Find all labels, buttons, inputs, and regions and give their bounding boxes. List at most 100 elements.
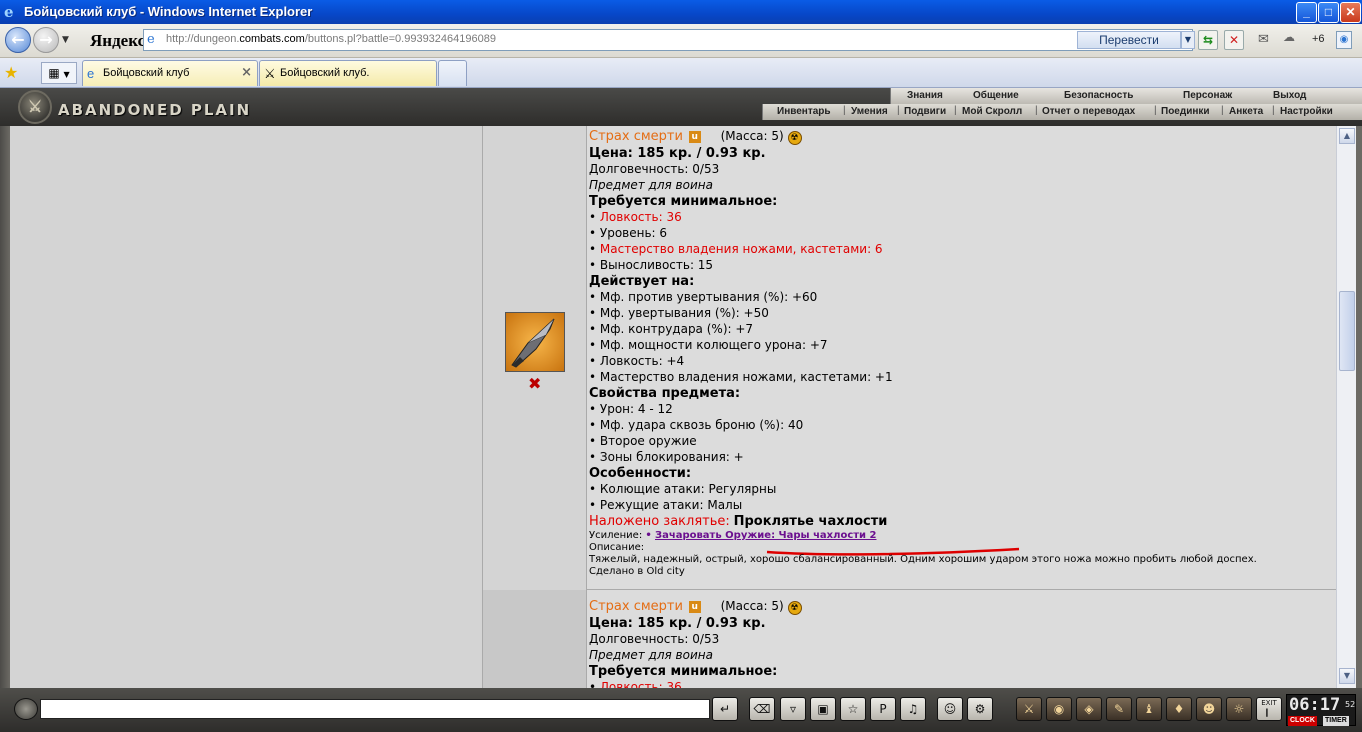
spell-value: Проклятье чахлости [733,514,888,529]
requirement-endurance: • Выносливость: 15 [589,258,714,272]
helmet-icon[interactable]: ♝ [1136,697,1162,721]
menu-item-security[interactable]: Безопасность [1064,90,1133,101]
chat-options-icon[interactable]: ⚙ [967,697,993,721]
smiley-icon[interactable]: ☺ [937,697,963,721]
menu-separator: | [843,105,846,116]
tab-label: Бойцовский клуб [103,67,190,79]
quick-tabs-button[interactable]: ▦ ▼ [41,62,77,84]
item-mass: (Масса: 5) [720,129,784,143]
features-header: Особенности: [589,466,692,481]
property-item: • Мф. удара сквозь броню (%): 40 [589,418,804,432]
feature-item: • Колющие атаки: Регулярны [589,482,777,496]
enchant-weapon-link[interactable]: Зачаровать Оружие: Чары чахлости 2 [655,530,877,541]
save-icon[interactable]: ▣ [810,697,836,721]
effect-item: • Мф. против увертывания (%): +60 [589,290,818,304]
bag-icon[interactable]: ◉ [1046,697,1072,721]
menu-item-skills[interactable]: Умения [851,106,888,117]
group-icon[interactable]: ☼ [1226,697,1252,721]
remove-item-icon[interactable]: ✖ [528,374,541,393]
shield-icon[interactable]: ◈ [1076,697,1102,721]
item-price: Цена: 185 кр. / 0.93 кр. [589,616,766,631]
address-toolbar: ← → ▼ Яндекс e http://dungeon.combats.co… [0,24,1362,58]
maximize-button[interactable]: □ [1318,2,1339,23]
close-tab-icon[interactable]: × [241,65,252,80]
weather-temperature: +6 [1312,33,1325,45]
history-dropdown-icon[interactable]: ▼ [62,35,69,45]
quick-tabs-grid-icon: ▦ [48,66,60,80]
eraser-icon[interactable]: ⌫ [749,697,775,721]
item-name[interactable]: Страх смерти [589,599,683,614]
requirement-agility: • Ловкость: 36 [589,680,682,688]
boost-label: Усиление: [589,530,643,541]
new-tab-button[interactable] [438,60,467,86]
stop-icon[interactable]: ✕ [1224,30,1244,50]
refresh-icon[interactable]: ⇆ [1198,30,1218,50]
effect-item: • Мастерство владения ножами, кастетами:… [589,370,893,384]
music-note-icon[interactable]: ♫ [900,697,926,721]
knife-icon [511,318,555,368]
menu-item-knowledge[interactable]: Знания [907,90,943,101]
fighter-icon[interactable]: ⚔ [1016,697,1042,721]
menu-item-achievements[interactable]: Подвиги [904,106,946,117]
running-man-icon[interactable]: ☆ [840,697,866,721]
scroll-up-icon[interactable]: ▲ [1339,128,1355,144]
item-title-line: Страх смерти u (Масса: 5) ☢ [589,599,802,615]
menu-item-battles[interactable]: Поединки [1161,106,1210,117]
item-description: Тяжелый, надежный, острый, хорошо сбалан… [589,554,1257,565]
menu-item-inventory[interactable]: Инвентарь [777,106,831,117]
tab-fight-club-2[interactable]: ⚔ Бойцовский клуб. [259,60,437,86]
translate-button[interactable]: Перевести [1077,31,1181,49]
radiation-icon: ☢ [787,131,802,145]
clock-seconds: 52 [1345,700,1356,709]
mail-icon[interactable]: ✉ [1258,32,1269,47]
item-info-cell: Страх смерти u (Масса: 5) ☢ Цена: 185 кр… [587,590,1336,688]
send-enter-icon[interactable]: ↵ [712,697,738,721]
chat-toolbar: ↵ ⌫ ▿ ▣ ☆ P ♫ ☺ ⚙ ⚔ ◉ ◈ ✎ ♝ ♦ ☻ ☼ EXIT ▎ … [0,688,1362,732]
close-window-button[interactable]: ✕ [1340,2,1361,23]
requirements-header: Требуется минимальное: [589,664,778,679]
scroll-thumb[interactable] [1339,291,1355,371]
menu-item-transfer-report[interactable]: Отчет о переводах [1042,106,1135,117]
yandex-logo: Яндекс [90,31,145,51]
tab-bar: ★ ▦ ▼ e Бойцовский клуб × ⚔ Бойцовский к… [0,58,1362,88]
boost-line: Усиление: • Зачаровать Оружие: Чары чахл… [589,530,877,541]
url-dropdown-icon[interactable]: ▼ [1181,31,1195,49]
chat-input[interactable] [40,699,710,719]
menu-item-character[interactable]: Персонаж [1183,90,1232,101]
filter-icon[interactable]: ▿ [780,697,806,721]
tab-fight-club-1[interactable]: e Бойцовский клуб × [82,60,258,86]
scroll-down-icon[interactable]: ▼ [1339,668,1355,684]
minimize-button[interactable]: _ [1296,2,1317,23]
exit-button[interactable]: EXIT ▎ [1256,697,1282,721]
menu-item-my-scroll[interactable]: Мой Скролл [962,106,1022,117]
favorites-star-icon[interactable]: ★ [4,63,18,82]
item-class-note: Предмет для воина [589,178,713,192]
back-button[interactable]: ← [5,27,31,53]
requirement-knife-mastery: • Мастерство владения ножами, кастетами:… [589,242,883,256]
scroll-icon[interactable]: ✎ [1106,697,1132,721]
menu-item-settings[interactable]: Настройки [1280,106,1333,117]
item-durability: Долговечность: 0/53 [589,162,720,176]
clock-mode-button[interactable]: CLOCK [1288,716,1317,726]
menu-item-exit[interactable]: Выход [1273,90,1306,101]
knife-image[interactable] [505,312,565,372]
tab-list-dropdown-icon[interactable]: ▼ [64,70,70,79]
vertical-scrollbar[interactable]: ▲ ▼ [1336,126,1356,688]
url-field[interactable]: e http://dungeon.combats.com/buttons.pl?… [143,29,1195,51]
friends-icon[interactable]: ☻ [1196,697,1222,721]
property-item: • Зоны блокирования: + [589,450,744,464]
chat-toggle-icon[interactable] [14,698,38,720]
dragon-icon[interactable]: ♦ [1166,697,1192,721]
inventory-item-table: ✖ Страх смерти u (Масса: 5) ☢ Цена: 185 … [482,126,1336,688]
item-name[interactable]: Страх смерти [589,129,683,144]
messenger-icon[interactable]: ◉ [1336,31,1352,49]
private-message-icon[interactable]: P [870,697,896,721]
forward-button[interactable]: → [33,27,59,53]
description-label: Описание: [589,542,645,553]
effect-item: • Мф. контрудара (%): +7 [589,322,754,336]
menu-item-profile[interactable]: Анкета [1229,106,1263,117]
timer-mode-button[interactable]: TIMER [1323,716,1349,726]
menu-item-social[interactable]: Общение [973,90,1019,101]
weather-cloud-icon: ☁ [1283,30,1295,44]
property-item: • Урон: 4 - 12 [589,402,673,416]
